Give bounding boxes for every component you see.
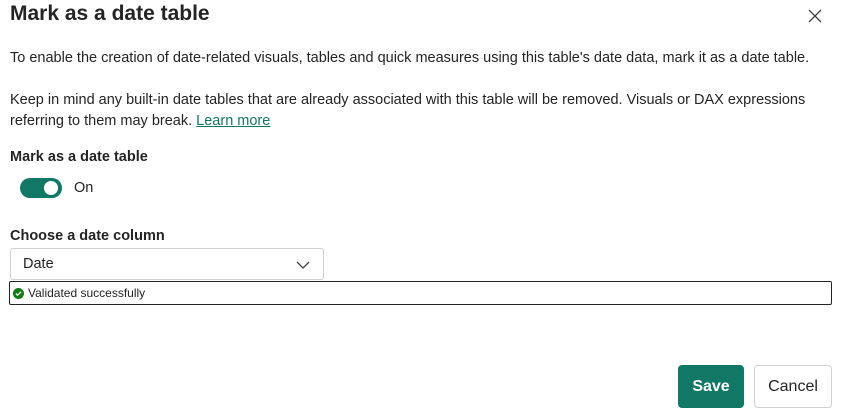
date-column-label: Choose a date column — [10, 228, 165, 244]
date-column-dropdown[interactable]: Date — [10, 248, 324, 280]
close-icon — [808, 9, 822, 23]
description-text: To enable the creation of date-related v… — [10, 50, 810, 66]
learn-more-link[interactable]: Learn more — [196, 113, 270, 129]
toggle-knob — [44, 181, 58, 195]
dialog-title: Mark as a date table — [10, 2, 210, 25]
validation-message-box: Validated successfully — [9, 281, 832, 305]
date-column-selected-value: Date — [23, 256, 54, 272]
toggle-state-text: On — [74, 180, 94, 196]
validation-message: Validated successfully — [28, 286, 146, 300]
close-button[interactable] — [803, 4, 827, 28]
toggle-label: Mark as a date table — [10, 149, 148, 165]
mark-date-table-dialog: Mark as a date table To enable the creat… — [0, 0, 841, 414]
save-button[interactable]: Save — [678, 365, 744, 408]
toggle-row: On — [20, 178, 93, 198]
mark-date-table-toggle[interactable] — [20, 178, 62, 198]
cancel-button[interactable]: Cancel — [754, 365, 832, 408]
warning-text-content: Keep in mind any built-in date tables th… — [10, 92, 806, 129]
success-check-icon — [13, 287, 24, 299]
chevron-down-icon — [296, 261, 310, 269]
warning-text: Keep in mind any built-in date tables th… — [10, 90, 830, 132]
